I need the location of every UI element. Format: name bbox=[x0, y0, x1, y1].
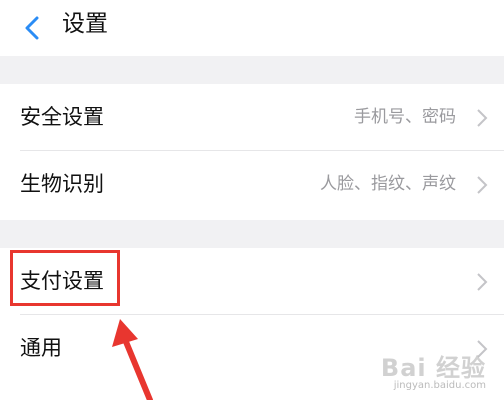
chevron-right-icon bbox=[477, 273, 488, 291]
settings-row-security[interactable]: 安全设置 手机号、密码 bbox=[0, 84, 504, 151]
settings-group-security: 安全设置 手机号、密码 生物识别 人脸、指纹、声纹 bbox=[0, 84, 504, 220]
page-title: 设置 bbox=[62, 11, 108, 37]
back-button[interactable] bbox=[14, 10, 50, 46]
settings-row-value: 人脸、指纹、声纹 bbox=[320, 174, 456, 194]
chevron-right-icon bbox=[477, 109, 488, 127]
settings-row-value: 手机号、密码 bbox=[354, 107, 456, 127]
chevron-left-icon bbox=[25, 16, 39, 40]
settings-row-biometric[interactable]: 生物识别 人脸、指纹、声纹 bbox=[0, 150, 504, 218]
header-bar: 设置 bbox=[0, 0, 504, 56]
watermark-url: jingyan.baidu.com bbox=[393, 380, 486, 391]
settings-row-label: 安全设置 bbox=[20, 105, 104, 129]
chevron-right-icon bbox=[477, 176, 488, 194]
watermark: Bai 经验 jingyan.baidu.com bbox=[381, 356, 486, 392]
watermark-logo: Bai 经验 bbox=[380, 354, 486, 382]
highlight-box bbox=[10, 250, 120, 306]
settings-row-label: 生物识别 bbox=[20, 172, 104, 196]
arrow-annotation-icon bbox=[112, 319, 153, 400]
settings-row-label: 通用 bbox=[20, 336, 62, 360]
